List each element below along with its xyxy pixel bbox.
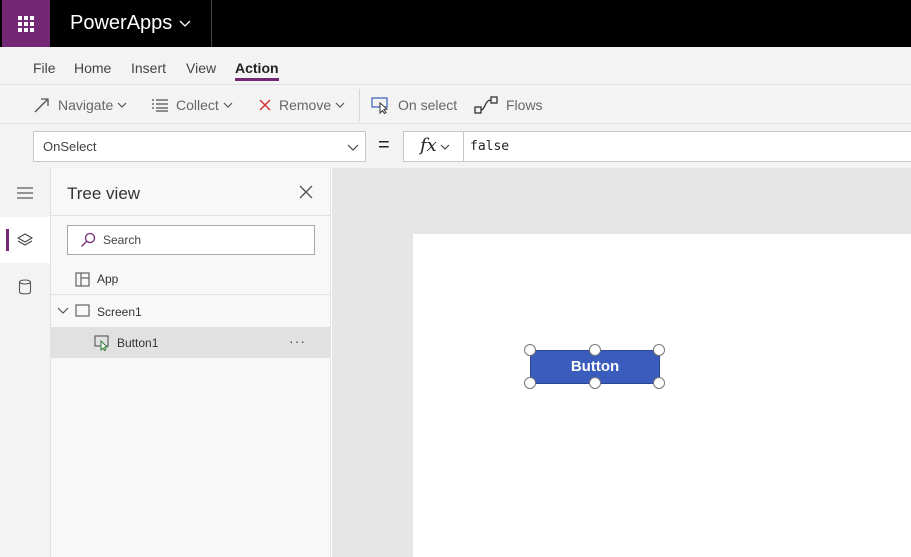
tree-item-button1[interactable]: Button1 ··· [51, 327, 331, 358]
tree-item-screen1[interactable]: Screen1 [51, 296, 331, 327]
collect-label: Collect [176, 96, 219, 113]
formula-bar: OnSelect = fx false [0, 124, 911, 168]
tab-view[interactable]: View [186, 60, 216, 76]
collect-button[interactable]: Collect [151, 85, 233, 124]
formula-input[interactable]: false [463, 131, 911, 162]
chevron-down-icon [347, 144, 359, 151]
tab-action[interactable]: Action [235, 60, 279, 81]
tree-item-label: Screen1 [97, 304, 142, 319]
more-options-icon[interactable]: ··· [289, 333, 306, 349]
flows-label: Flows [506, 96, 543, 113]
search-icon [81, 232, 96, 247]
tree-item-label: Button1 [117, 335, 159, 350]
resize-handle[interactable] [653, 377, 665, 389]
resize-handle[interactable] [653, 344, 665, 356]
tab-file[interactable]: File [33, 60, 56, 76]
fx-icon: fx [420, 135, 437, 156]
equals-sign: = [378, 134, 390, 156]
resize-handle[interactable] [524, 344, 536, 356]
app-header: PowerApps [0, 0, 911, 47]
tree-view-header: Tree view [51, 168, 331, 216]
tab-insert[interactable]: Insert [131, 60, 166, 76]
close-icon[interactable] [299, 185, 313, 199]
menu-bar: File Home Insert View Action [0, 47, 911, 84]
app-icon [75, 272, 90, 287]
ribbon-separator [359, 89, 360, 121]
flows-button[interactable]: Flows [473, 85, 543, 124]
tree-item-app[interactable]: App [51, 264, 331, 295]
chevron-down-icon [440, 144, 450, 150]
collect-list-icon [152, 98, 168, 112]
on-select-cursor-icon [371, 96, 389, 114]
navigate-arrow-icon [34, 97, 49, 112]
tree-search-box [67, 225, 315, 255]
chevron-down-icon [117, 102, 127, 108]
search-input[interactable] [103, 226, 303, 254]
hamburger-icon[interactable] [0, 170, 50, 216]
screen-icon [75, 304, 90, 317]
chevron-down-icon [335, 102, 345, 108]
chevron-down-icon [223, 102, 233, 108]
resize-handle[interactable] [524, 377, 536, 389]
design-canvas[interactable]: Button [332, 168, 911, 557]
on-select-button[interactable]: On select [371, 85, 457, 124]
app-title[interactable]: PowerApps [70, 0, 172, 47]
remove-button[interactable]: Remove [258, 85, 345, 124]
navigate-button[interactable]: Navigate [33, 85, 127, 124]
resize-handle[interactable] [589, 344, 601, 356]
header-divider [211, 0, 212, 47]
ribbon-toolbar: Navigate Collect Remove On select Flows [0, 84, 911, 124]
left-rail [0, 168, 51, 557]
waffle-icon[interactable] [2, 0, 50, 47]
resize-handle[interactable] [589, 377, 601, 389]
property-dropdown[interactable]: OnSelect [33, 131, 366, 162]
chevron-down-icon[interactable] [178, 17, 192, 31]
tree-view-pane: Tree view App Screen1 Button1 ··· [51, 168, 331, 557]
chevron-down-icon[interactable] [57, 306, 69, 316]
tree-item-label: App [97, 272, 119, 286]
screen-artboard[interactable]: Button [413, 234, 911, 557]
navigate-label: Navigate [58, 96, 114, 113]
flows-icon [474, 95, 498, 114]
on-select-label: On select [398, 96, 458, 113]
fx-button[interactable]: fx [403, 131, 463, 162]
property-value: OnSelect [43, 139, 97, 154]
tab-home[interactable]: Home [74, 60, 111, 76]
remove-label: Remove [279, 96, 332, 113]
button-control-icon [94, 335, 109, 351]
layers-icon[interactable] [0, 217, 50, 263]
remove-x-icon [259, 98, 271, 111]
database-icon[interactable] [0, 264, 50, 310]
tree-view-title: Tree view [67, 184, 141, 203]
